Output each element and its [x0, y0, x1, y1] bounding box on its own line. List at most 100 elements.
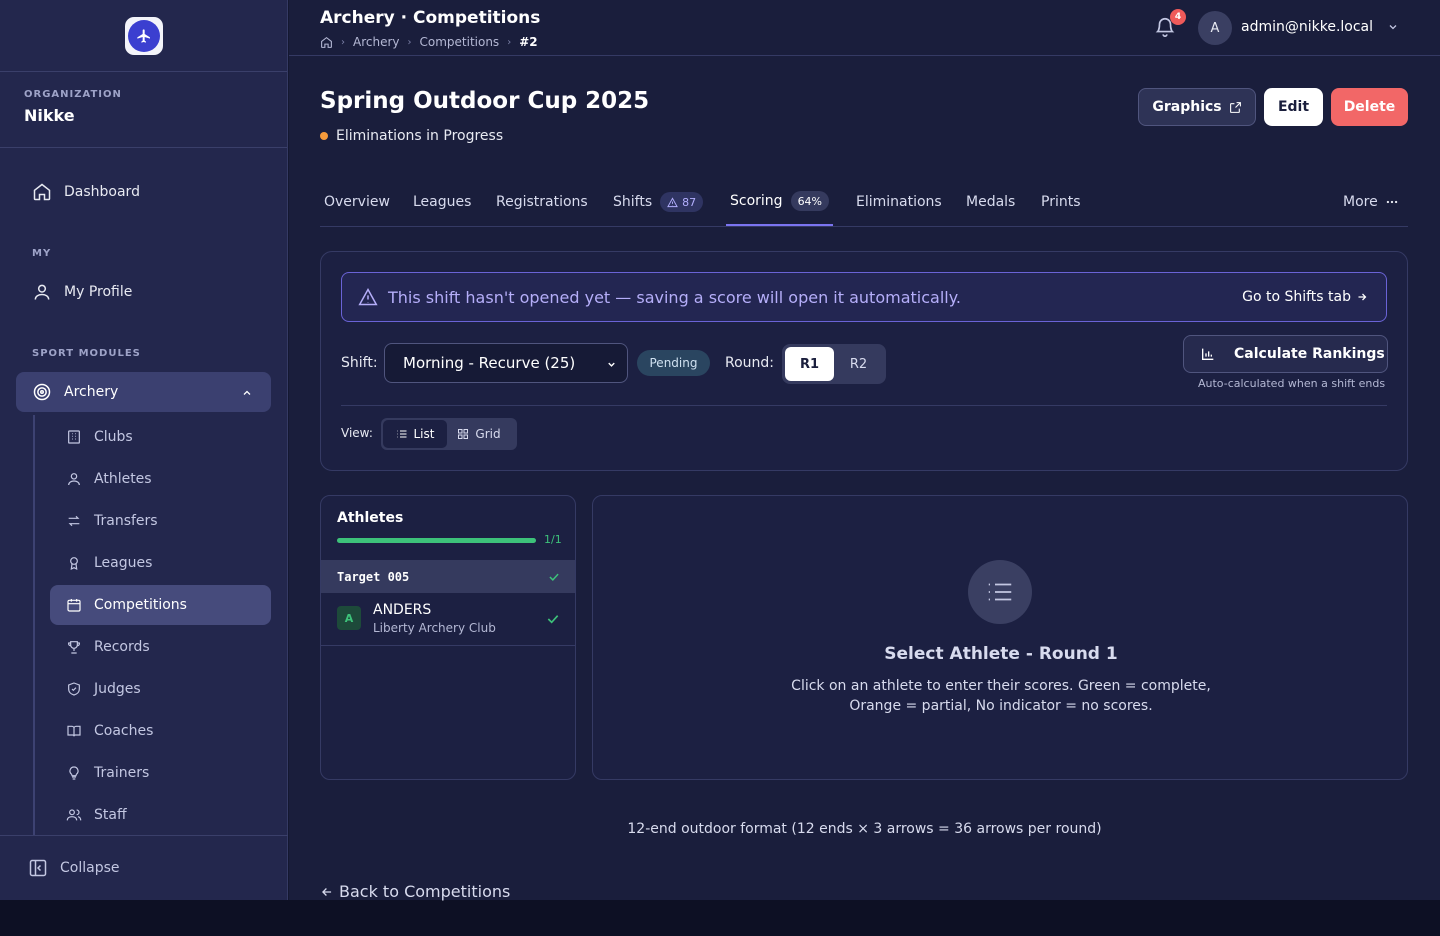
- warning-icon: [667, 196, 678, 207]
- scoring-controls-panel: This shift hasn't opened yet — saving a …: [320, 251, 1408, 471]
- back-to-competitions-link[interactable]: Back to Competitions: [320, 882, 510, 901]
- tab-medals[interactable]: Medals: [966, 178, 1015, 226]
- athletes-progress-bar: [337, 538, 536, 543]
- delete-button[interactable]: Delete: [1331, 88, 1408, 126]
- status-dot: [320, 132, 328, 140]
- arrow-right-icon: [1358, 293, 1367, 301]
- notification-badge: 4: [1170, 9, 1186, 25]
- avatar[interactable]: A: [1198, 11, 1232, 45]
- breadcrumb-separator: ›: [407, 36, 412, 48]
- tab-registrations[interactable]: Registrations: [496, 178, 588, 226]
- athletes-panel: Athletes 1/1 Target 005 A ANDERS Liberty…: [320, 495, 576, 780]
- award-icon: [70, 557, 78, 571]
- breadcrumb-current: #2: [519, 35, 538, 49]
- user-email[interactable]: admin@nikke.local: [1241, 19, 1373, 35]
- breadcrumb-archery[interactable]: Archery: [353, 35, 400, 49]
- external-link-icon: [1229, 101, 1241, 113]
- collapse-button[interactable]: Collapse: [0, 835, 288, 900]
- home-icon: [33, 183, 51, 201]
- sidebar-item-label: Clubs: [94, 429, 133, 445]
- tab-label: More: [1343, 194, 1378, 210]
- trophy-icon: [67, 641, 81, 654]
- target-icon: [33, 383, 51, 401]
- sidebar-item-label: Dashboard: [64, 184, 140, 200]
- arrow-left-icon: [322, 887, 332, 896]
- athlete-club: Liberty Archery Club: [373, 621, 496, 635]
- view-grid-button[interactable]: Grid: [447, 420, 511, 448]
- go-to-shifts-link[interactable]: Go to Shifts tab: [1242, 289, 1368, 305]
- bar-chart-icon: [1202, 348, 1214, 360]
- list-icon: [968, 560, 1032, 624]
- sidebar-item-athletes[interactable]: Athletes: [50, 459, 271, 499]
- shifts-warning-count: 87: [682, 195, 697, 209]
- go-to-shifts-label: Go to Shifts tab: [1242, 289, 1351, 305]
- check-icon: [547, 615, 559, 624]
- tab-label: Shifts: [613, 194, 653, 210]
- sidebar-item-coaches[interactable]: Coaches: [50, 711, 271, 751]
- shift-select[interactable]: Morning - Recurve (25): [384, 343, 628, 383]
- home-icon[interactable]: [320, 36, 333, 49]
- graphics-button[interactable]: Graphics: [1138, 88, 1256, 126]
- organization-name: Nikke: [24, 106, 75, 125]
- sidebar-item-competitions[interactable]: Competitions: [50, 585, 271, 625]
- tab-overview[interactable]: Overview: [324, 178, 390, 226]
- target-group-header[interactable]: Target 005: [321, 560, 575, 593]
- breadcrumb-competitions[interactable]: Competitions: [420, 35, 500, 49]
- tab-leagues[interactable]: Leagues: [413, 178, 471, 226]
- status-indicator: Eliminations in Progress: [320, 128, 503, 144]
- sidebar-item-records[interactable]: Records: [50, 627, 271, 667]
- warning-icon: [358, 287, 378, 306]
- shift-label: Shift:: [341, 355, 378, 371]
- shift-select-value: Morning - Recurve (25): [403, 354, 576, 372]
- status-badge: Pending: [637, 350, 710, 376]
- view-toggle: List Grid: [381, 418, 517, 450]
- sidebar-item-transfers[interactable]: Transfers: [50, 501, 271, 541]
- sidebar-item-label: Trainers: [94, 765, 150, 781]
- tab-eliminations[interactable]: Eliminations: [856, 178, 942, 226]
- tab-more[interactable]: More: [1343, 178, 1399, 226]
- plane-icon: [127, 19, 160, 52]
- scoring-progress-badge: 64%: [790, 191, 830, 211]
- app-logo[interactable]: [124, 16, 163, 55]
- edit-button[interactable]: Edit: [1264, 88, 1323, 126]
- format-note: 12-end outdoor format (12 ends × 3 arrow…: [627, 821, 1102, 837]
- sidebar-item-label: Judges: [94, 681, 141, 697]
- calculate-rankings-button[interactable]: Calculate Rankings: [1183, 335, 1388, 373]
- tab-shifts[interactable]: Shifts 87: [613, 178, 704, 226]
- section-label-sport-modules: SPORT MODULES: [32, 348, 141, 359]
- divider: [341, 405, 1387, 406]
- sidebar-item-label: Athletes: [94, 471, 152, 487]
- organization-block: ORGANIZATION Nikke: [0, 72, 287, 148]
- lightbulb-icon: [69, 766, 79, 780]
- tab-prints[interactable]: Prints: [1041, 178, 1081, 226]
- sidebar-item-clubs[interactable]: Clubs: [50, 417, 271, 457]
- sidebar-collapse-icon: [29, 859, 47, 877]
- chevron-down-icon[interactable]: [1387, 21, 1399, 33]
- sidebar-item-dashboard[interactable]: Dashboard: [32, 182, 140, 202]
- view-list-label: List: [413, 427, 435, 441]
- user-icon: [68, 473, 80, 486]
- tab-label: Scoring: [730, 193, 783, 209]
- view-list-button[interactable]: List: [383, 420, 447, 448]
- athletes-panel-title: Athletes: [337, 510, 404, 526]
- check-icon: [549, 573, 559, 581]
- tab-scoring[interactable]: Scoring 64%: [726, 178, 834, 226]
- calculate-rankings-note: Auto-calculated when a shift ends: [1198, 377, 1386, 390]
- sidebar-item-staff[interactable]: Staff: [50, 795, 271, 835]
- more-dots-icon: [1386, 200, 1397, 204]
- organization-label: ORGANIZATION: [24, 89, 122, 100]
- section-label-my: MY: [32, 248, 52, 259]
- detail-description: Click on an athlete to enter their score…: [593, 676, 1409, 716]
- sidebar-item-label: My Profile: [64, 284, 133, 300]
- shield-icon: [68, 682, 80, 696]
- round-r2-button[interactable]: R2: [834, 347, 883, 381]
- sidebar-item-judges[interactable]: Judges: [50, 669, 271, 709]
- sidebar-item-leagues[interactable]: Leagues: [50, 543, 271, 583]
- logo-area: [0, 0, 287, 72]
- sidebar-item-trainers[interactable]: Trainers: [50, 753, 271, 793]
- status-text: Eliminations in Progress: [336, 128, 504, 144]
- sidebar-item-archery[interactable]: Archery: [16, 372, 271, 412]
- round-r1-button[interactable]: R1: [785, 347, 834, 381]
- list-item[interactable]: A ANDERS Liberty Archery Club: [321, 593, 575, 646]
- sidebar-item-my-profile[interactable]: My Profile: [32, 282, 132, 302]
